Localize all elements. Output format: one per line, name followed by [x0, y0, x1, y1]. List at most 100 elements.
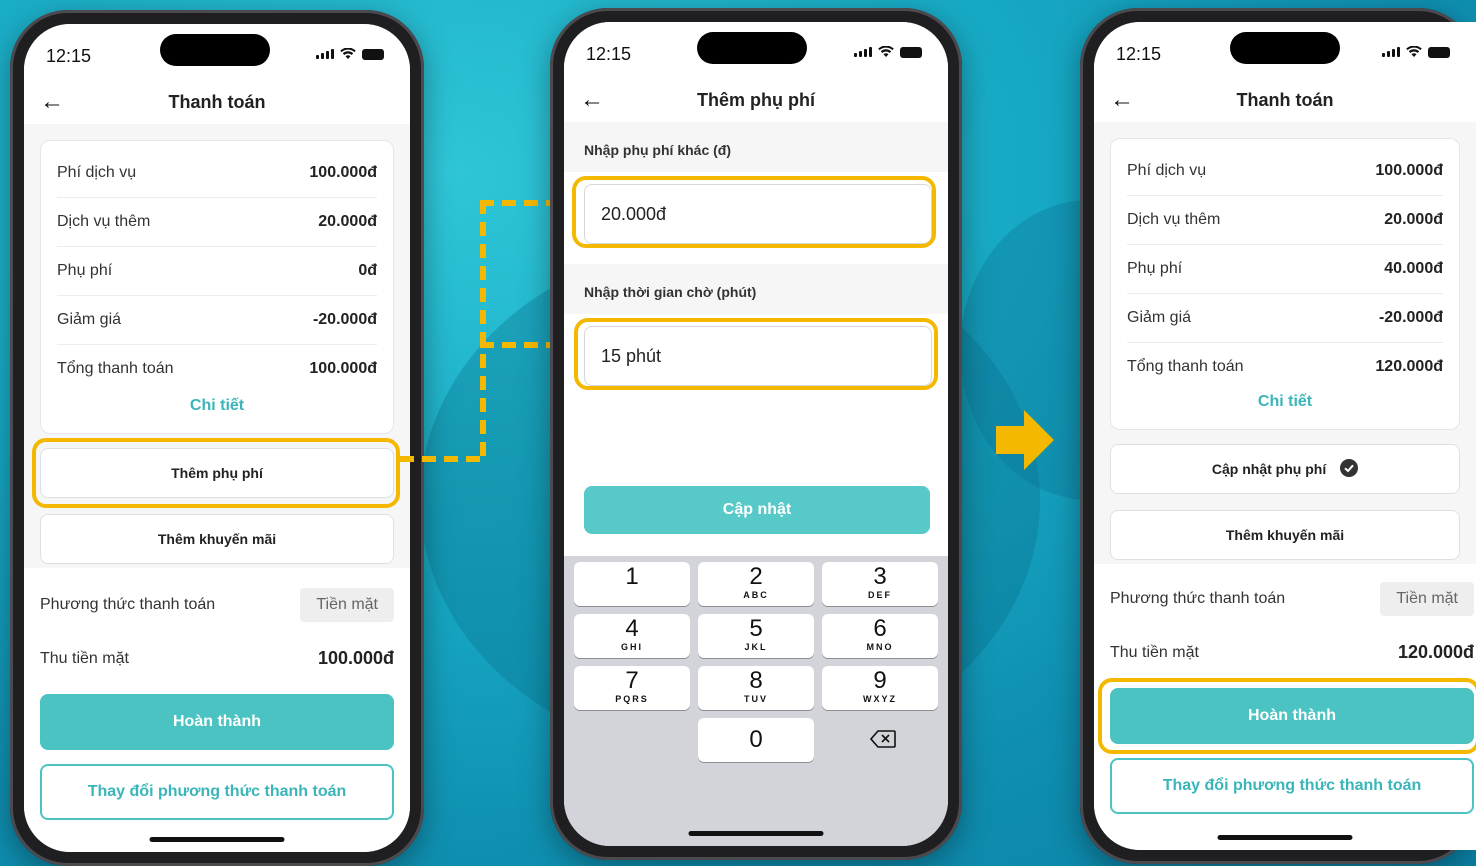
fee-row: Dịch vụ thêm 20.000đ [57, 198, 377, 247]
surcharge-amount-label: Nhập phụ phí khác (đ) [584, 142, 731, 158]
key-digit: 5 [749, 615, 763, 642]
key-letters: GHI [620, 642, 643, 652]
fee-value: 120.000đ [1375, 358, 1443, 375]
phone-payment-after: 12:15 ← Thanh toán Phí dịch vụ 100.000đ D… [1080, 8, 1476, 864]
signal-icon [316, 49, 334, 59]
add-promo-button[interactable]: Thêm khuyến mãi [40, 514, 394, 564]
home-indicator [1217, 835, 1353, 840]
fee-value: -20.000đ [1378, 309, 1443, 326]
wifi-icon [878, 46, 894, 57]
key-digit: 7 [625, 667, 639, 694]
bottom-panel: Phương thức thanh toán Tiền mặt Thu tiền… [24, 568, 410, 852]
cash-value: 100.000đ [317, 648, 394, 668]
key-digit: 1 [625, 563, 639, 590]
screen: 12:15 ← Thêm phụ phí Nhập phụ phí khác (… [564, 22, 948, 846]
home-indicator [149, 837, 285, 842]
screen: 12:15 ← Thanh toán Phí dịch vụ 100.000đ D… [1094, 22, 1476, 850]
connector-line [400, 456, 486, 462]
numeric-keyboard: 1 2 ABC 3 DEF 4 GHI 5 JKL 6 MNO 7 PQRS 8 TUV 9W… [564, 556, 948, 846]
phone-add-surcharge: 12:15 ← Thêm phụ phí Nhập phụ phí khác (… [550, 8, 962, 860]
detail-link[interactable]: Chi tiết [41, 397, 393, 415]
key-letters: JKL [744, 642, 768, 652]
fee-label: Phí dịch vụ [57, 164, 137, 181]
status-bar: 12:15 [564, 22, 948, 78]
wait-time-label: Nhập thời gian chờ (phút) [584, 284, 757, 300]
key-0[interactable]: 0 [698, 718, 814, 762]
screen: 12:15 ← Thanh toán Phí dịch vụ 100.000đ D… [24, 24, 410, 852]
key-letters: WXYZ [863, 694, 897, 704]
check-circle-icon [1340, 459, 1359, 477]
key-digit: 0 [749, 726, 763, 753]
total-row: Tổng thanh toán 120.000đ [1127, 343, 1443, 391]
battery-icon [1428, 46, 1450, 58]
payment-method-label: Phương thức thanh toán [40, 596, 216, 613]
cash-value: 120.000đ [1397, 642, 1474, 662]
key-2[interactable]: 2 ABC [698, 562, 814, 606]
fee-value: -20.000đ [312, 311, 377, 328]
status-time: 12:15 [586, 44, 632, 64]
status-icons [1382, 46, 1450, 58]
key-letters: PQRS [615, 694, 649, 704]
update-surcharge-label: Cập nhật phụ phí [1211, 461, 1327, 477]
fee-value: 20.000đ [1384, 211, 1443, 228]
cash-label: Thu tiền mặt [1110, 643, 1199, 661]
change-payment-method-button[interactable]: Thay đổi phương thức thanh toán [40, 764, 394, 820]
detail-link[interactable]: Chi tiết [1111, 393, 1459, 411]
update-button[interactable]: Cập nhật [584, 486, 930, 534]
status-time: 12:15 [1116, 44, 1162, 64]
fee-value: 40.000đ [1384, 260, 1443, 277]
fee-label: Dịch vụ thêm [1127, 211, 1221, 228]
fee-label: Giảm giá [57, 311, 122, 328]
highlight-frame [32, 438, 400, 508]
payment-method-label: Phương thức thanh toán [1110, 590, 1286, 607]
fee-summary-card: Phí dịch vụ 100.000đ Dịch vụ thêm 20.000đ … [40, 140, 394, 434]
change-payment-method-button[interactable]: Thay đổi phương thức thanh toán [1110, 758, 1474, 814]
signal-icon [1382, 47, 1400, 57]
payment-method-row: Phương thức thanh toán Tiền mặt [1110, 582, 1474, 616]
status-bar: 12:15 [1094, 22, 1476, 78]
cash-row: Thu tiền mặt 100.000đ [40, 648, 394, 669]
cash-row: Thu tiền mặt 120.000đ [1110, 642, 1474, 663]
complete-button[interactable]: Hoàn thành [40, 694, 394, 750]
dynamic-island [160, 34, 270, 66]
fee-label: Phụ phí [57, 262, 113, 279]
key-letters: MNO [866, 642, 894, 652]
key-4[interactable]: 4 GHI [574, 614, 690, 658]
key-letters: TUV [744, 694, 768, 704]
highlight-frame [1098, 678, 1476, 754]
key-7[interactable]: 7 PQRS [574, 666, 690, 710]
bottom-panel: Phương thức thanh toán Tiền mặt Thu tiền… [1094, 564, 1476, 850]
add-promo-button[interactable]: Thêm khuyến mãi [1110, 510, 1460, 560]
key-digit: 4 [625, 615, 639, 642]
connector-line [480, 200, 486, 462]
fee-label: Tổng thanh toán [57, 360, 174, 377]
update-surcharge-button[interactable]: Cập nhật phụ phí [1110, 444, 1460, 494]
dynamic-island [1230, 32, 1340, 64]
key-digit: 8 [749, 667, 763, 694]
signal-icon [854, 47, 872, 57]
fee-value: 100.000đ [309, 360, 377, 377]
total-row: Tổng thanh toán 100.000đ [57, 345, 377, 393]
nav-bar: ← Thêm phụ phí [564, 78, 948, 122]
page-title: Thanh toán [1236, 90, 1334, 110]
payment-method-select[interactable]: Tiền mặt [300, 588, 394, 622]
fee-label: Dịch vụ thêm [57, 213, 151, 230]
fee-row: Dịch vụ thêm 20.000đ [1127, 196, 1443, 245]
status-time: 12:15 [46, 46, 92, 66]
key-8[interactable]: 8 TUV [698, 666, 814, 710]
nav-bar: ← Thanh toán [24, 80, 410, 124]
fee-label: Giảm giá [1127, 309, 1192, 326]
key-9[interactable]: 9 WXYZ [822, 666, 938, 710]
fee-row: Phụ phí 0đ [57, 247, 377, 296]
key-3[interactable]: 3 DEF [822, 562, 938, 606]
page-title: Thanh toán [168, 92, 266, 112]
payment-method-select[interactable]: Tiền mặt [1380, 582, 1474, 616]
key-5[interactable]: 5 JKL [698, 614, 814, 658]
fee-row: Phí dịch vụ 100.000đ [57, 149, 377, 198]
key-1[interactable]: 1 [574, 562, 690, 606]
key-digit: 6 [873, 615, 887, 642]
fee-value: 0đ [358, 262, 377, 279]
fee-label: Phí dịch vụ [1127, 162, 1207, 179]
backspace-icon[interactable] [870, 730, 896, 748]
key-6[interactable]: 6 MNO [822, 614, 938, 658]
